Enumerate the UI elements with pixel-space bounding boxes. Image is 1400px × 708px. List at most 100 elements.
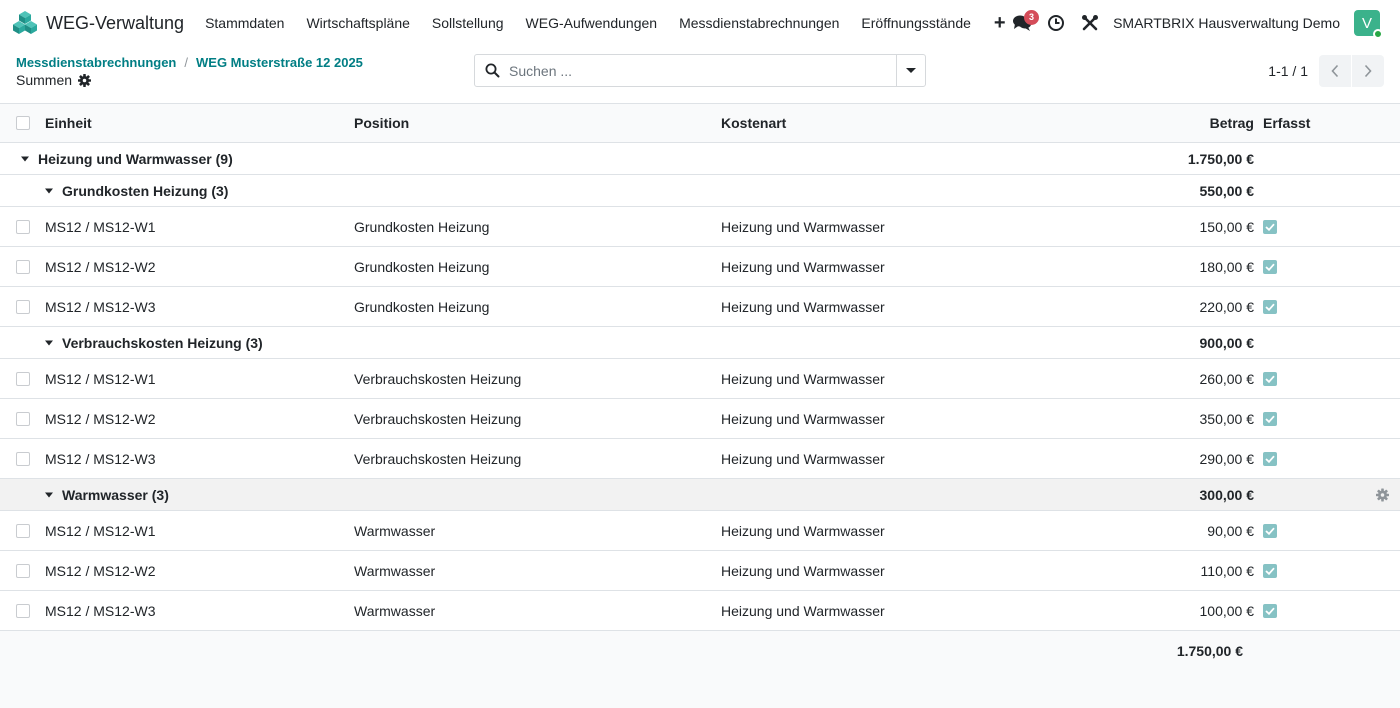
check-icon [1265, 375, 1275, 383]
group-row[interactable]: Warmwasser (3) 300,00 € [0, 479, 1400, 511]
gear-icon[interactable] [78, 73, 92, 87]
select-all-checkbox[interactable] [16, 116, 30, 130]
breadcrumb-current[interactable]: WEG Musterstraße 12 2025 [196, 55, 363, 70]
messages-button[interactable]: 3 [1005, 0, 1040, 46]
cell-position: Warmwasser [354, 562, 436, 579]
company-switcher[interactable]: SMARTBRIX Hausverwaltung Demo [1107, 15, 1354, 31]
table-row[interactable]: MS12 / MS12-W1 Verbrauchskosten Heizung … [0, 359, 1400, 399]
breadcrumb-parent[interactable]: Messdienstabrechnungen [16, 55, 176, 70]
page-title: Summen [16, 72, 73, 88]
erfasst-checkbox[interactable] [1263, 219, 1277, 234]
search-icon [485, 63, 499, 78]
erfasst-checkbox[interactable] [1263, 451, 1277, 466]
table-row[interactable]: MS12 / MS12-W1 Warmwasser Heizung und Wa… [0, 511, 1400, 551]
cell-betrag: 260,00 € [1199, 370, 1255, 387]
row-checkbox[interactable] [16, 371, 30, 386]
erfasst-checkbox[interactable] [1263, 371, 1277, 386]
group-total: 300,00 € [1199, 486, 1255, 503]
app-brand[interactable]: WEG-Verwaltung [0, 0, 184, 46]
table-row[interactable]: MS12 / MS12-W2 Grundkosten Heizung Heizu… [0, 247, 1400, 287]
column-header-betrag[interactable]: Betrag [1210, 115, 1254, 131]
group-total: 550,00 € [1199, 182, 1255, 199]
pager-value[interactable]: 1-1 / 1 [1268, 63, 1308, 79]
erfasst-checkbox[interactable] [1263, 523, 1277, 538]
cell-position: Verbrauchskosten Heizung [354, 450, 522, 467]
check-icon [1265, 263, 1275, 271]
pager-previous-button[interactable] [1319, 55, 1351, 87]
group-row[interactable]: Verbrauchskosten Heizung (3) 900,00 € [0, 327, 1400, 359]
cell-einheit: MS12 / MS12-W1 [45, 522, 156, 539]
erfasst-checkbox[interactable] [1263, 603, 1277, 618]
app-name: WEG-Verwaltung [46, 12, 185, 33]
row-checkbox[interactable] [16, 451, 30, 466]
cell-betrag: 290,00 € [1199, 450, 1255, 467]
column-header-erfasst[interactable]: Erfasst [1263, 115, 1310, 131]
cell-position: Verbrauchskosten Heizung [354, 370, 522, 387]
column-header-kostenart[interactable]: Kostenart [721, 115, 786, 131]
check-icon [1265, 567, 1275, 575]
caret-down-icon [21, 156, 29, 161]
row-checkbox[interactable] [16, 523, 30, 538]
menu-stammdaten[interactable]: Stammdaten [194, 0, 295, 46]
cell-kostenart: Heizung und Warmwasser [721, 522, 885, 539]
clock-icon [1048, 15, 1065, 31]
search-options-toggle[interactable] [896, 55, 925, 86]
group-label: Verbrauchskosten Heizung (3) [62, 334, 263, 351]
cell-kostenart: Heizung und Warmwasser [721, 258, 885, 275]
check-icon [1265, 415, 1275, 423]
row-checkbox[interactable] [16, 259, 30, 274]
cell-position: Grundkosten Heizung [354, 298, 490, 315]
group-label: Warmwasser (3) [62, 486, 169, 503]
pager-next-button[interactable] [1352, 55, 1384, 87]
table-row[interactable]: MS12 / MS12-W2 Verbrauchskosten Heizung … [0, 399, 1400, 439]
main-menu: Stammdaten Wirtschaftspläne Sollstellung… [194, 0, 1018, 46]
table-footer: 1.750,00 € [0, 631, 1400, 671]
row-checkbox[interactable] [16, 603, 30, 618]
footer-total: 1.750,00 € [1176, 643, 1243, 659]
debug-tools-button[interactable] [1073, 0, 1107, 46]
cell-betrag: 220,00 € [1199, 298, 1255, 315]
table-row[interactable]: MS12 / MS12-W3 Verbrauchskosten Heizung … [0, 439, 1400, 479]
erfasst-checkbox[interactable] [1263, 299, 1277, 314]
group-row[interactable]: Heizung und Warmwasser (9) 1.750,00 € [0, 143, 1400, 175]
cube-logo-icon [13, 11, 37, 34]
cell-betrag: 350,00 € [1199, 410, 1255, 427]
search-input[interactable] [509, 55, 896, 86]
column-header-einheit[interactable]: Einheit [45, 115, 92, 131]
cell-betrag: 90,00 € [1207, 522, 1254, 539]
top-navbar: WEG-Verwaltung Stammdaten Wirtschaftsplä… [0, 0, 1400, 46]
online-status-dot [1373, 29, 1383, 39]
gear-icon[interactable] [1376, 488, 1389, 501]
view-title: Summen [16, 72, 92, 88]
table-row[interactable]: MS12 / MS12-W2 Warmwasser Heizung und Wa… [0, 551, 1400, 591]
activity-button[interactable] [1039, 0, 1073, 46]
cell-position: Warmwasser [354, 522, 436, 539]
table-row[interactable]: MS12 / MS12-W3 Grundkosten Heizung Heizu… [0, 287, 1400, 327]
table-row[interactable]: MS12 / MS12-W1 Grundkosten Heizung Heizu… [0, 207, 1400, 247]
row-checkbox[interactable] [16, 563, 30, 578]
group-row[interactable]: Grundkosten Heizung (3) 550,00 € [0, 175, 1400, 207]
erfasst-checkbox[interactable] [1263, 563, 1277, 578]
menu-eroeffnungsstaende[interactable]: Eröffnungsstände [850, 0, 982, 46]
table-header: Einheit Position Kostenart Betrag Erfass… [0, 104, 1400, 143]
row-checkbox[interactable] [16, 299, 30, 314]
erfasst-checkbox[interactable] [1263, 259, 1277, 274]
messages-badge: 3 [1024, 10, 1040, 25]
menu-messdienstabrechnungen[interactable]: Messdienstabrechnungen [668, 0, 850, 46]
group-total: 1.750,00 € [1187, 150, 1254, 167]
user-avatar[interactable]: V [1354, 10, 1383, 39]
check-icon [1265, 527, 1275, 535]
caret-down-icon [45, 188, 53, 193]
breadcrumb-separator: / [184, 55, 188, 70]
cell-einheit: MS12 / MS12-W1 [45, 370, 156, 387]
erfasst-checkbox[interactable] [1263, 411, 1277, 426]
cell-kostenart: Heizung und Warmwasser [721, 298, 885, 315]
menu-sollstellung[interactable]: Sollstellung [421, 0, 515, 46]
list-bottom-area [0, 670, 1400, 708]
row-checkbox[interactable] [16, 411, 30, 426]
table-row[interactable]: MS12 / MS12-W3 Warmwasser Heizung und Wa… [0, 591, 1400, 631]
column-header-position[interactable]: Position [354, 115, 409, 131]
menu-weg-aufwendungen[interactable]: WEG-Aufwendungen [515, 0, 669, 46]
menu-wirtschaftsplaene[interactable]: Wirtschaftspläne [295, 0, 420, 46]
row-checkbox[interactable] [16, 219, 30, 234]
